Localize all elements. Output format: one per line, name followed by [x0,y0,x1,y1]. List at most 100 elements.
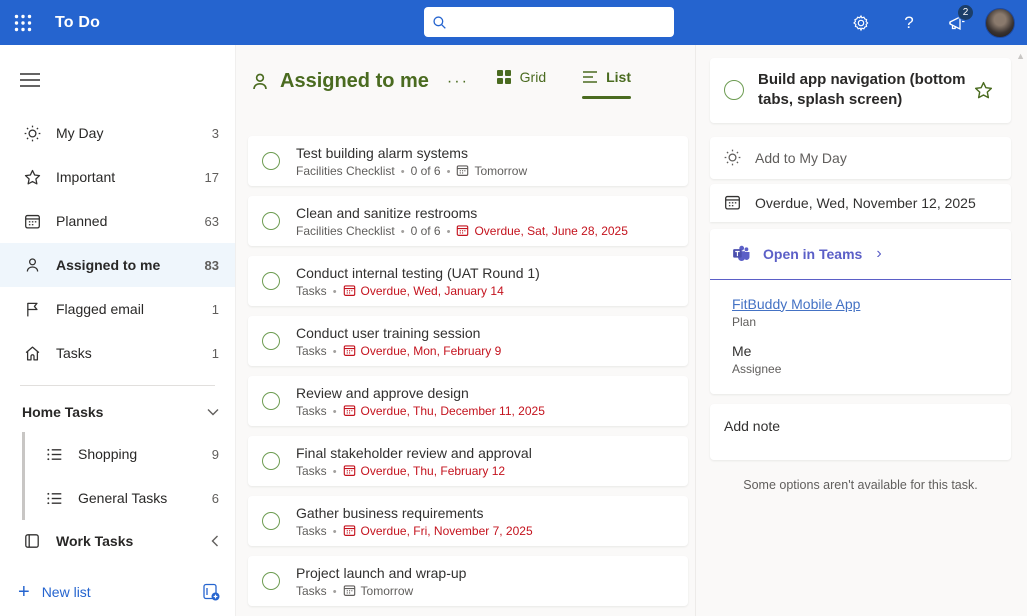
sidebar-item-count: 83 [204,257,219,273]
task-progress: 0 of 6 [410,223,441,238]
new-list-button[interactable]: + New list [18,582,201,602]
sidebar-item-count: 9 [211,446,219,462]
calendar-icon [456,164,469,177]
task-row[interactable]: Conduct user training session Tasks • Ov… [248,316,688,366]
list-view-icon [582,70,598,84]
task-due: Overdue, Thu, February 12 [343,464,505,478]
top-bar: To Do ? 2 [0,0,1027,45]
task-checkbox[interactable] [262,272,280,290]
todo-app: To Do ? 2 My Day 3 Important 17 Planned … [0,0,1027,616]
person-icon [250,72,270,92]
task-meta: Tasks Overdue, Thu, December 11, 2025 [296,404,545,418]
task-row[interactable]: Conduct internal testing (UAT Round 1) T… [248,256,688,306]
list-options-button[interactable]: ··· [443,73,473,91]
task-checkbox[interactable] [262,212,280,230]
scrollbar-arrow-icon[interactable]: ▲ [1016,51,1025,61]
star-icon[interactable] [974,81,993,100]
sidebar-item-label: Flagged email [56,301,144,317]
task-due-text: Overdue, Fri, November 7, 2025 [360,523,533,538]
detail-task-checkbox[interactable] [724,80,744,101]
hamburger-button[interactable] [8,63,52,97]
task-meta: Tasks Overdue, Fri, November 7, 2025 [296,524,533,538]
app-launcher-button[interactable] [0,0,45,45]
sidebar-item-assigned-to-me[interactable]: Assigned to me 83 [0,243,235,287]
teams-icon [732,244,751,263]
view-toggle: Grid List [496,64,687,99]
announcements-button[interactable]: 2 [937,0,977,45]
sun-icon [22,125,42,142]
task-row[interactable]: Gather business requirements Tasks • Ove… [248,496,688,546]
task-checkbox[interactable] [262,452,280,470]
task-row[interactable]: Project launch and wrap-up Tasks • Tomor… [248,556,688,606]
grid-view-button[interactable]: Grid [496,64,546,99]
calendar-icon [456,224,469,237]
open-in-teams-button[interactable]: Open in Teams › [710,229,1011,279]
chevron-right-icon: › [876,244,882,262]
separator-dot [333,464,337,478]
plan-link[interactable]: FitBuddy Mobile App [732,296,860,312]
task-row[interactable]: Clean and sanitize restrooms Facilities … [248,196,688,246]
hamburger-icon [20,73,40,87]
sidebar-item-important[interactable]: Important 17 [0,155,235,199]
calendar-icon [343,524,356,537]
sidebar-divider [20,385,215,386]
sidebar-item-count: 1 [211,301,219,317]
home-icon [22,345,42,362]
group-home-tasks[interactable]: Home Tasks [0,392,235,432]
assignee-sublabel: Assignee [732,361,782,376]
task-due: Overdue, Fri, November 7, 2025 [343,524,533,538]
detail-footer-note: Some options aren't available for this t… [743,477,978,492]
task-checkbox[interactable] [262,152,280,170]
plus-icon: + [18,581,30,603]
add-note-field[interactable]: Add note [710,403,1011,460]
list-view-label: List [606,69,631,85]
sidebar-list-shopping[interactable]: Shopping 9 [25,432,235,476]
new-group-icon [201,582,221,602]
task-meta: Tasks Tomorrow [296,584,466,598]
task-due: Overdue, Sat, June 28, 2025 [456,224,628,238]
sidebar-item-label: Important [56,169,116,185]
separator-dot [401,224,405,238]
task-due-text: Overdue, Thu, December 11, 2025 [360,403,545,418]
sidebar-list-general-tasks[interactable]: General Tasks 6 [25,476,235,520]
task-title: Final stakeholder review and approval [296,444,532,461]
search-icon [432,15,447,30]
create-group-button[interactable] [201,582,221,602]
task-row[interactable]: Final stakeholder review and approval Ta… [248,436,688,486]
task-checkbox[interactable] [262,392,280,410]
task-due: Overdue, Mon, February 9 [343,344,501,358]
main-header: Assigned to me ··· Grid List [236,45,695,100]
task-checkbox[interactable] [262,332,280,350]
due-date-row[interactable]: Overdue, Wed, November 12, 2025 [710,183,1011,222]
sidebar-item-tasks[interactable]: Tasks 1 [0,331,235,375]
group-work-tasks[interactable]: Work Tasks [0,520,235,562]
task-title: Conduct user training session [296,324,481,341]
list-view-button[interactable]: List [582,64,631,99]
sidebar-item-count: 63 [204,213,219,229]
search-box[interactable] [424,7,674,37]
task-list-name: Tasks [296,343,327,358]
task-list-name: Tasks [296,583,327,598]
task-checkbox[interactable] [262,572,280,590]
list-icon [44,446,64,463]
sidebar-item-flagged-email[interactable]: Flagged email 1 [0,287,235,331]
task-checkbox[interactable] [262,512,280,530]
chevron-down-icon [207,408,219,416]
sidebar-item-label: General Tasks [78,490,168,506]
group-home-tasks-lists: Shopping 9 General Tasks 6 [22,432,235,520]
task-row[interactable]: Test building alarm systems Facilities C… [248,136,688,186]
avatar[interactable] [985,7,1015,38]
sidebar-item-label: Shopping [78,446,138,462]
calendar-icon [22,213,42,230]
task-due-text: Tomorrow [474,163,528,178]
detail-task-title[interactable]: Build app navigation (bottom tabs, splas… [758,70,970,111]
search-input[interactable] [453,14,666,30]
plan-block: FitBuddy Mobile App Plan Me Assignee [710,280,1011,394]
task-row[interactable]: Review and approve design Tasks • Overdu… [248,376,688,426]
add-to-my-day-button[interactable]: Add to My Day [710,136,1011,179]
sidebar-item-my-day[interactable]: My Day 3 [0,111,235,155]
settings-button[interactable] [841,0,881,45]
sidebar-item-planned[interactable]: Planned 63 [0,199,235,243]
help-button[interactable]: ? [889,0,929,45]
announcements-badge: 2 [957,4,974,21]
